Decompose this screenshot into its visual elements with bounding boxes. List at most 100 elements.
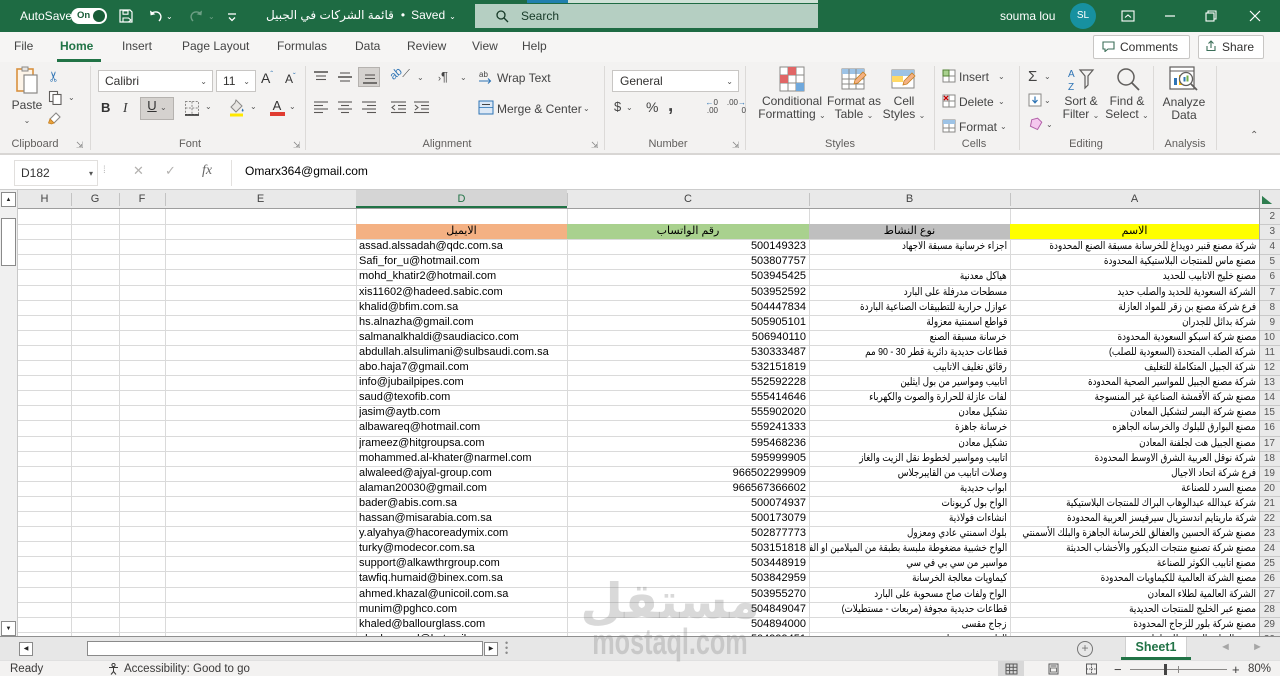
next-sheet-icon[interactable]: ►: [1252, 641, 1263, 653]
ribbon-tab-insert[interactable]: Insert: [122, 39, 152, 53]
increase-indent-icon[interactable]: [413, 100, 430, 114]
row-header-22[interactable]: 22: [1264, 511, 1275, 526]
align-right-icon[interactable]: [361, 100, 377, 114]
cell-name-5[interactable]: مصنع ماس للمنتجات البلاستيكية المحدودة: [1011, 254, 1256, 269]
row-header-17[interactable]: 17: [1264, 436, 1275, 451]
cell-activity-22[interactable]: انشاءات فولاذية: [810, 511, 1007, 526]
row-header-26[interactable]: 26: [1264, 571, 1275, 586]
ribbon-tab-data[interactable]: Data: [355, 39, 380, 53]
number-dialog-launcher[interactable]: ⇲: [732, 140, 742, 150]
delete-cells-icon[interactable]: [942, 94, 956, 108]
collapse-ribbon-icon[interactable]: ⌃: [1250, 130, 1258, 141]
scroll-right-icon[interactable]: ▶: [484, 642, 498, 656]
cell-activity-13[interactable]: اتابيب ومواسير من بول ايثلين: [810, 375, 1007, 390]
cell-activity-12[interactable]: رقائق تغليف الاتابيب: [810, 360, 1007, 375]
decrease-indent-icon[interactable]: [390, 100, 407, 114]
cell-email-22[interactable]: hassan@misarabia.com.sa: [359, 511, 565, 526]
cell-name-24[interactable]: مصنع شركة تصنيع منتجات الديكور والأخشاب …: [1011, 541, 1256, 556]
row-header-4[interactable]: 4: [1269, 239, 1275, 254]
row-header-28[interactable]: 28: [1264, 602, 1275, 617]
cell-email-25[interactable]: support@alkawthrgroup.com: [359, 556, 565, 571]
ribbon-tab-file[interactable]: File: [14, 39, 33, 53]
row-header-14[interactable]: 14: [1264, 390, 1275, 405]
row-header-9[interactable]: 9: [1269, 315, 1275, 330]
accounting-format-icon[interactable]: $: [614, 99, 621, 114]
row-header-18[interactable]: 18: [1264, 451, 1275, 466]
cell-name-13[interactable]: شركة مصنع الجبيل للمواسير الصحية المحدود…: [1011, 375, 1256, 390]
customize-quick-access-icon[interactable]: [222, 6, 242, 26]
comments-button[interactable]: Comments: [1093, 35, 1190, 59]
cell-activity-24[interactable]: الواح خشبية مضغوطة ملبسة بطبقة من الميلا…: [810, 541, 1007, 556]
autosave-toggle[interactable]: On: [71, 8, 107, 24]
cell-name-26[interactable]: مصنع الشركة العالمية للكيماويات المحدودة: [1011, 571, 1256, 586]
user-avatar[interactable]: SL: [1070, 3, 1096, 29]
copy-dropdown-icon[interactable]: ⌄: [68, 93, 75, 102]
font-color-dropdown-icon[interactable]: ⌄: [289, 102, 296, 111]
wrap-text-icon[interactable]: ab: [478, 69, 494, 84]
close-button[interactable]: [1245, 6, 1265, 26]
save-icon[interactable]: [116, 6, 136, 26]
scroll-left-icon[interactable]: ◀: [19, 642, 33, 656]
cell-email-14[interactable]: saud@texofib.com: [359, 390, 565, 405]
sort-filter-button[interactable]: AZ Sort & Filter ⌄: [1058, 66, 1104, 122]
cell-name-18[interactable]: شركة نوقل العربية الشرق الاوسط المحدودة: [1011, 451, 1256, 466]
ribbon-tab-review[interactable]: Review: [407, 39, 446, 53]
cell-activity-28[interactable]: قطاعات حديدية مجوفة (مربعات - مستطيلات): [810, 602, 1007, 617]
row-header-8[interactable]: 8: [1269, 300, 1275, 315]
cell-email-17[interactable]: jrameez@hitgroupsa.com: [359, 436, 565, 451]
cell-email-29[interactable]: khaled@ballourglass.com: [359, 617, 565, 632]
insert-cells-dropdown-icon[interactable]: ⌄: [998, 72, 1005, 81]
cell-phone-5[interactable]: 503807757: [570, 254, 806, 269]
cell-activity-29[interactable]: زجاج مقسى: [810, 617, 1007, 632]
cell-name-25[interactable]: مصنع اتابيب الكوثر للصناعة: [1011, 556, 1256, 571]
format-cells-dropdown-icon[interactable]: ⌄: [1000, 122, 1007, 131]
cell-email-16[interactable]: albawareq@hotmail.com: [359, 420, 565, 435]
cell-phone-13[interactable]: 552592228: [570, 375, 806, 390]
fill-dropdown-icon[interactable]: ⌄: [1044, 96, 1051, 105]
number-format-combo[interactable]: General ⌄: [612, 70, 739, 92]
row-header-21[interactable]: 21: [1264, 496, 1275, 511]
cell-name-14[interactable]: مصنع شركة الأقمشة الصناعية غير المنسوجة: [1011, 390, 1256, 405]
redo-icon[interactable]: [186, 6, 206, 26]
cell-phone-15[interactable]: 555902020: [570, 405, 806, 420]
cell-name-12[interactable]: شركة الجبيل المتكاملة للتغليف: [1011, 360, 1256, 375]
user-name[interactable]: souma lou: [1000, 9, 1055, 23]
font-name-combo[interactable]: Calibri ⌄: [98, 70, 213, 92]
bold-button[interactable]: B: [101, 100, 115, 115]
cell-phone-25[interactable]: 503448919: [570, 556, 806, 571]
cell-activity-7[interactable]: مسطحات مدرفلة على البارد: [810, 285, 1007, 300]
row-header-10[interactable]: 10: [1264, 330, 1275, 345]
paste-button[interactable]: Paste ⌄: [8, 66, 46, 126]
name-box[interactable]: D182 ▾: [14, 160, 98, 186]
row-header-2[interactable]: 2: [1269, 209, 1275, 224]
analyze-data-button[interactable]: Analyze Data: [1158, 66, 1210, 122]
cell-email-23[interactable]: y.alyahya@hacoreadymix.com: [359, 526, 565, 541]
cell-email-7[interactable]: xis11602@hadeed.sabic.com: [359, 285, 565, 300]
redo-dropdown-icon[interactable]: ⌄: [208, 12, 215, 21]
cell-phone-12[interactable]: 532151819: [570, 360, 806, 375]
merge-center-label[interactable]: Merge & Center: [497, 102, 582, 116]
format-cells-icon[interactable]: [942, 119, 956, 133]
fill-color-dropdown-icon[interactable]: ⌄: [250, 102, 257, 111]
ribbon-tab-home[interactable]: Home: [60, 39, 93, 53]
cell-phone-22[interactable]: 500173079: [570, 511, 806, 526]
vertical-scrollbar-thumb[interactable]: [1, 218, 16, 266]
column-header-E[interactable]: E: [165, 190, 356, 208]
cell-name-29[interactable]: مصنع شركة بلور للزجاج المحدودة: [1011, 617, 1256, 632]
header-cell-whatsapp[interactable]: رقم الواتساب: [567, 224, 809, 239]
page-break-view-button[interactable]: [1078, 661, 1104, 676]
search-input[interactable]: Search: [475, 4, 818, 28]
cell-activity-23[interactable]: بلوك اسمنتي عادي ومعزول: [810, 526, 1007, 541]
cell-name-7[interactable]: الشركة السعودية للحديد والصلب حديد: [1011, 285, 1256, 300]
cell-email-28[interactable]: munim@pghco.com: [359, 602, 565, 617]
middle-align-icon[interactable]: [337, 70, 353, 84]
row-header-11[interactable]: 11: [1265, 345, 1275, 360]
row-header-6[interactable]: 6: [1269, 269, 1275, 284]
ribbon-tab-view[interactable]: View: [472, 39, 498, 53]
cell-email-6[interactable]: mohd_khatir2@hotmail.com: [359, 269, 565, 284]
font-dialog-launcher[interactable]: ⇲: [293, 140, 303, 150]
vertical-scrollbar[interactable]: ▲ ▼: [0, 190, 18, 637]
normal-view-button[interactable]: [998, 661, 1024, 676]
enter-icon[interactable]: ✓: [165, 163, 176, 179]
accounting-dropdown-icon[interactable]: ⌄: [626, 103, 633, 112]
